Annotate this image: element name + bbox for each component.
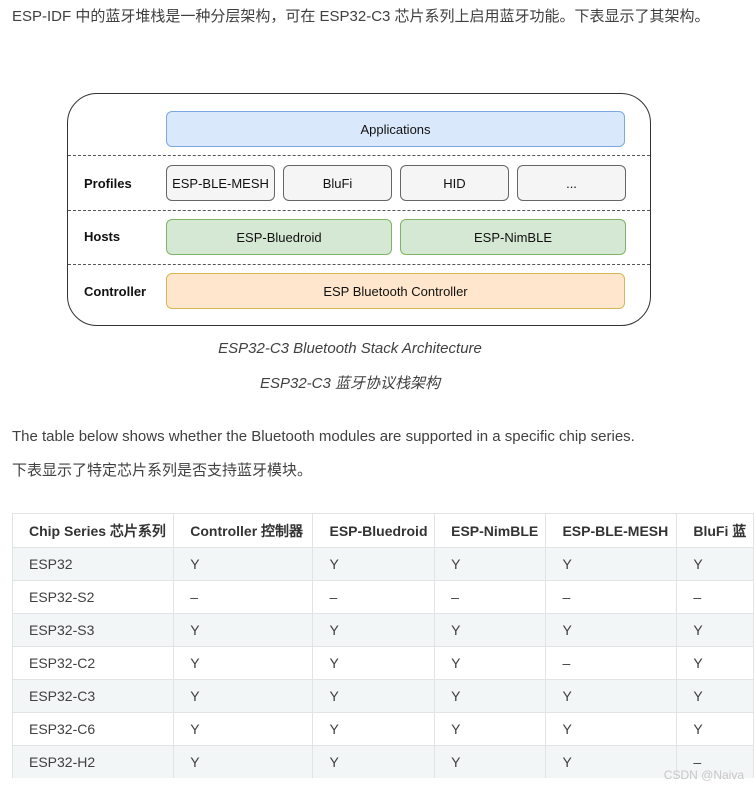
table-row: ESP32-H2 Y Y Y Y – [12, 745, 754, 778]
divider [68, 210, 650, 211]
table-row: ESP32-C2 Y Y Y – Y [12, 646, 754, 680]
support-cell: Y [434, 679, 547, 713]
support-cell: Y [173, 547, 314, 581]
support-cell: Y [545, 613, 678, 647]
support-cell: Y [173, 679, 314, 713]
table-row: ESP32-C6 Y Y Y Y Y [12, 712, 754, 746]
support-cell: Y [545, 712, 678, 746]
profile-box-more: ... [517, 165, 626, 201]
divider [68, 155, 650, 156]
hosts-label: Hosts [84, 229, 121, 244]
support-cell: – [676, 580, 754, 614]
support-cell: – [545, 580, 678, 614]
support-cell: Y [676, 712, 754, 746]
col-header: ESP-Bluedroid [312, 513, 436, 548]
watermark: CSDN @Naiva [663, 768, 744, 782]
caption-english: ESP32-C3 Bluetooth Stack Architecture [218, 340, 482, 357]
support-table: Chip Series 芯片系列 Controller 控制器 ESP-Blue… [12, 513, 754, 778]
chip-series-cell: ESP32-H2 [12, 745, 175, 778]
col-header: ESP-NimBLE [434, 513, 547, 548]
profiles-label: Profiles [84, 176, 132, 191]
support-cell: Y [434, 613, 547, 647]
col-header: Controller 控制器 [173, 513, 314, 548]
chip-series-cell: ESP32-C2 [12, 646, 175, 680]
support-cell: Y [676, 547, 754, 581]
support-cell: Y [545, 547, 678, 581]
controller-label: Controller [84, 284, 147, 299]
support-cell: – [434, 580, 547, 614]
profile-box-blufi: BluFi [283, 165, 392, 201]
chip-series-cell: ESP32-C6 [12, 712, 175, 746]
support-cell: Y [434, 646, 547, 680]
table-intro-chinese: 下表显示了特定芯片系列是否支持蓝牙模块。 [12, 462, 313, 479]
support-cell: Y [434, 547, 547, 581]
support-cell: Y [676, 613, 754, 647]
support-cell: Y [434, 712, 547, 746]
support-cell: Y [173, 712, 314, 746]
support-cell: Y [312, 646, 436, 680]
caption-chinese: ESP32-C3 蓝牙协议栈架构 [259, 375, 441, 392]
profile-box-hid: HID [400, 165, 509, 201]
support-cell: Y [173, 613, 314, 647]
table-header-row: Chip Series 芯片系列 Controller 控制器 ESP-Blue… [12, 513, 754, 548]
support-cell: – [545, 646, 678, 680]
support-cell: Y [434, 745, 547, 778]
col-header: BluFi 蓝 [676, 513, 754, 548]
support-cell: Y [545, 679, 678, 713]
support-cell: Y [312, 679, 436, 713]
applications-box: Applications [166, 111, 625, 147]
controller-box: ESP Bluetooth Controller [166, 273, 625, 309]
support-cell: Y [676, 646, 754, 680]
support-cell: – [312, 580, 436, 614]
chip-series-cell: ESP32-S2 [12, 580, 175, 614]
profile-box-ble-mesh: ESP-BLE-MESH [166, 165, 275, 201]
table-intro-english: The table below shows whether the Blueto… [12, 428, 635, 445]
support-cell: Y [173, 646, 314, 680]
table-row: ESP32-S3 Y Y Y Y Y [12, 613, 754, 647]
host-box-bluedroid: ESP-Bluedroid [166, 219, 392, 255]
support-cell: Y [545, 745, 678, 778]
chip-series-cell: ESP32-S3 [12, 613, 175, 647]
support-cell: Y [312, 745, 436, 778]
host-box-nimble: ESP-NimBLE [400, 219, 626, 255]
support-table-container[interactable]: Chip Series 芯片系列 Controller 控制器 ESP-Blue… [12, 513, 754, 778]
table-row: ESP32-S2– – – – – [12, 580, 754, 614]
support-cell: Y [676, 679, 754, 713]
bluetooth-stack-diagram: Applications Profiles ESP-BLE-MESH BluFi… [67, 93, 651, 326]
chip-series-cell: ESP32 [12, 547, 175, 581]
support-cell: – [173, 580, 314, 614]
support-cell: Y [312, 613, 436, 647]
support-cell: Y [312, 547, 436, 581]
table-row: ESP32 Y Y Y Y Y [12, 547, 754, 581]
col-header: ESP-BLE-MESH [545, 513, 678, 548]
divider [68, 264, 650, 265]
intro-paragraph: ESP-IDF 中的蓝牙堆栈是一种分层架构，可在 ESP32-C3 芯片系列上启… [12, 8, 710, 25]
chip-series-cell: ESP32-C3 [12, 679, 175, 713]
col-header: Chip Series 芯片系列 [12, 513, 175, 548]
table-row: ESP32-C3 Y Y Y Y Y [12, 679, 754, 713]
support-cell: Y [312, 712, 436, 746]
support-cell: Y [173, 745, 314, 778]
